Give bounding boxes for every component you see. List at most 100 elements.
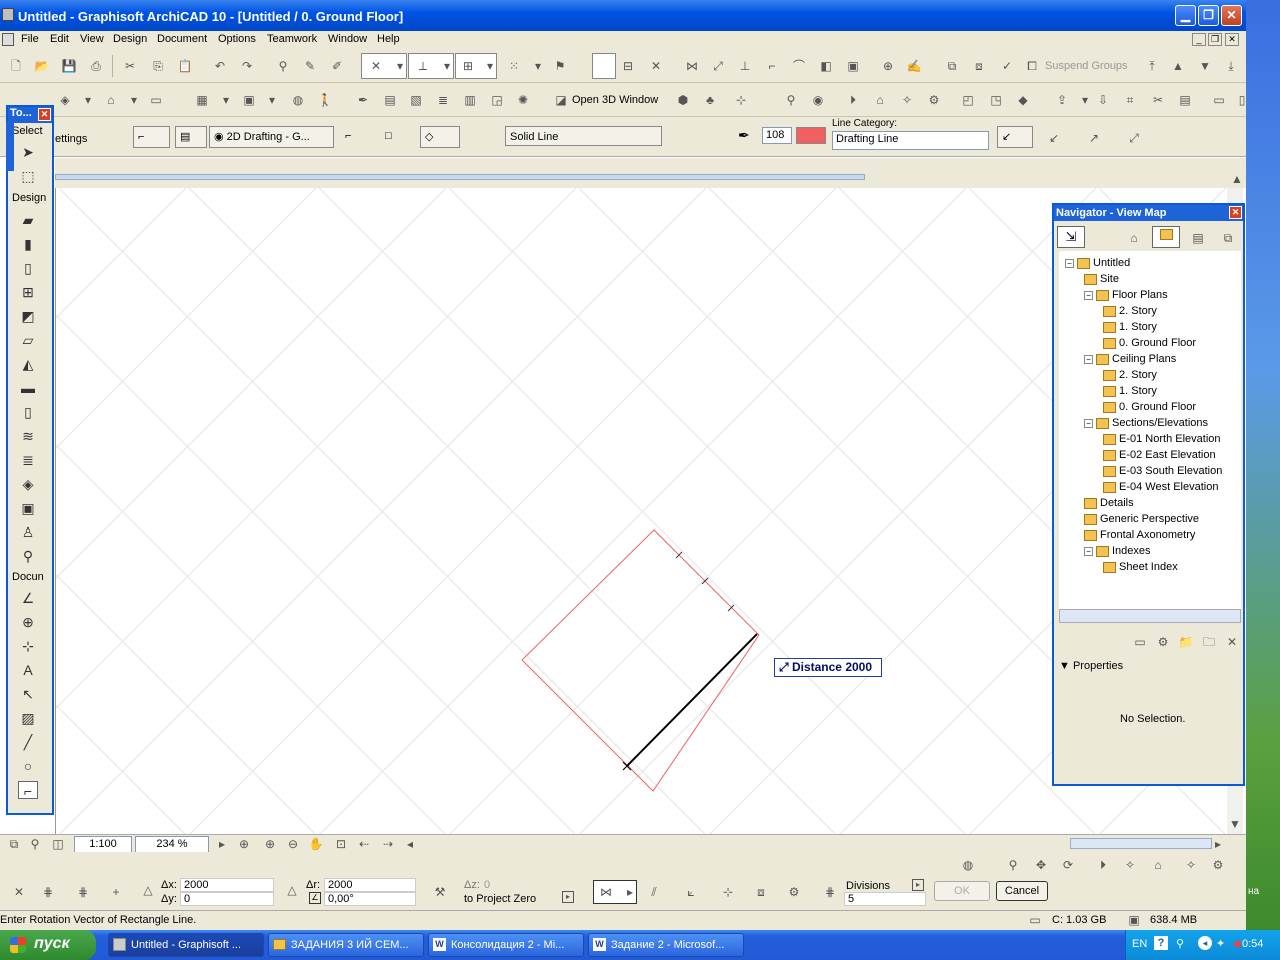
network-icon[interactable]: ⚲ <box>1176 937 1184 950</box>
arrow-none-icon[interactable]: ↙ <box>997 126 1033 148</box>
chevron-down-icon[interactable]: ▾ <box>126 92 142 108</box>
magic-wand-toggle[interactable] <box>592 53 616 79</box>
camera-icon[interactable]: ◍ <box>290 92 306 108</box>
tree-item[interactable]: Details <box>1084 497 1134 509</box>
redo-icon[interactable]: ↷ <box>239 58 255 74</box>
plus-icon[interactable]: + <box>108 884 124 900</box>
line-type-selector[interactable]: Solid Line <box>505 126 662 146</box>
tree-item[interactable]: 1. Story <box>1103 385 1157 397</box>
walk-icon[interactable]: 🚶 <box>317 92 333 108</box>
beam-tool-icon[interactable]: ▬ <box>18 379 38 397</box>
3d-window-icon[interactable]: ◪ <box>553 92 569 108</box>
zoom-window-icon[interactable]: ⚲ <box>27 836 43 852</box>
fillet-icon[interactable]: ⌒ <box>791 58 807 74</box>
grid-move-icon[interactable]: ⋕ <box>75 884 91 900</box>
start-button[interactable]: пуск <box>0 930 96 960</box>
level-dimension-icon[interactable]: ⊕ <box>18 613 38 631</box>
nav6-icon[interactable]: ✧ <box>1122 857 1138 873</box>
view-map-button[interactable] <box>1152 226 1180 248</box>
clone-folder-icon[interactable]: 🗀 <box>1201 634 1217 650</box>
orbit-icon[interactable]: ◉ <box>810 92 826 108</box>
model-icon[interactable]: ◲ <box>489 92 505 108</box>
grid-icon[interactable]: ⁙ <box>506 58 522 74</box>
cylinder-tool-icon[interactable]: ▯ <box>18 403 38 421</box>
slab-tool-icon[interactable]: ▱ <box>18 331 38 349</box>
lamp-tool-icon[interactable]: ⚲ <box>18 547 38 565</box>
chevron-down-icon[interactable]: ▾ <box>80 92 96 108</box>
paint-icon[interactable]: ✍ <box>906 58 922 74</box>
preview-icon[interactable]: ⧉ <box>6 836 22 852</box>
divisions-field[interactable]: 5 <box>844 892 926 906</box>
perpendicular-icon[interactable]: ⟀ <box>683 884 699 900</box>
tree-item[interactable]: 2. Story <box>1103 369 1157 381</box>
menu-options[interactable]: Options <box>218 33 256 45</box>
window-tool-icon[interactable]: ⊞ <box>18 283 38 301</box>
special-icon[interactable]: ⚙ <box>786 884 802 900</box>
collapse-icon[interactable]: − <box>1065 258 1074 268</box>
menu-teamwork[interactable]: Teamwork <box>267 33 317 45</box>
floor-plan-icon[interactable]: ▦ <box>194 92 210 108</box>
volume-icon[interactable]: ◀ <box>1232 937 1240 950</box>
pan-icon[interactable]: ✋ <box>308 836 324 852</box>
walk2-icon[interactable]: ⚲ <box>783 92 799 108</box>
scroll-down-icon[interactable]: ▼ <box>1227 816 1243 832</box>
back-icon[interactable]: ◂ <box>1198 936 1212 950</box>
publisher-icon[interactable]: ⧉ <box>1220 230 1236 246</box>
mesh-tool-icon[interactable]: ◈ <box>18 475 38 493</box>
tree-item[interactable]: Generic Perspective <box>1084 513 1199 525</box>
scroll-right-icon[interactable]: ▸ <box>1210 836 1226 852</box>
doc3-icon[interactable]: ◆ <box>1015 92 1031 108</box>
bring-front-icon[interactable]: ⤒ <box>1144 58 1160 74</box>
tree-item[interactable]: E-02 East Elevation <box>1103 449 1216 461</box>
zoom-field[interactable]: 234 % <box>135 836 209 853</box>
document-icon[interactable] <box>2 33 14 46</box>
new-icon[interactable]: 🗋 <box>8 58 24 74</box>
cross-icon[interactable]: ✕ <box>11 884 27 900</box>
dz-value[interactable]: 0 <box>484 879 490 891</box>
arrow-tool-icon[interactable]: ➤ <box>18 143 38 161</box>
tree-item[interactable]: Sheet Index <box>1103 561 1178 573</box>
tree-item[interactable]: − Floor Plans <box>1084 289 1168 301</box>
cut-icon[interactable]: ✂ <box>122 58 138 74</box>
axes-icon[interactable]: ⊹ <box>733 92 749 108</box>
dx-field[interactable]: 2000 <box>180 878 274 892</box>
tree-item[interactable]: E-01 North Elevation <box>1103 433 1221 445</box>
nav4-icon[interactable]: ⟳ <box>1060 857 1076 873</box>
next-zoom-icon[interactable]: ⇢ <box>380 836 396 852</box>
angle-dimension-icon[interactable]: ∠ <box>18 589 38 607</box>
menu-file[interactable]: File <box>21 33 39 45</box>
gear-icon[interactable]: ⚙ <box>926 92 942 108</box>
parallel-icon[interactable]: ⫽ <box>646 884 662 900</box>
tree-hscrollbar[interactable] <box>1059 609 1241 623</box>
hatch-icon[interactable]: ▤ <box>382 92 398 108</box>
tree-item[interactable]: 2. Story <box>1103 305 1157 317</box>
download-icon[interactable]: ⇩ <box>1095 92 1111 108</box>
tree-item[interactable]: 1. Story <box>1103 321 1157 333</box>
nav5-icon[interactable]: ⏵ <box>1095 857 1111 873</box>
fit-window-icon[interactable]: ⊡ <box>333 836 349 852</box>
label-tool-icon[interactable]: ↖ <box>18 685 38 703</box>
render-icon[interactable]: ✺ <box>515 92 531 108</box>
menu-view[interactable]: View <box>80 33 104 45</box>
print-icon[interactable]: ⎙ <box>88 58 104 74</box>
zone-tool-icon[interactable]: ▣ <box>18 499 38 517</box>
paste-icon[interactable]: 📋 <box>177 58 193 74</box>
pen-color-swatch[interactable] <box>796 127 826 144</box>
help-icon[interactable]: ? <box>1154 936 1168 950</box>
scissors-icon[interactable]: ✂ <box>1150 92 1166 108</box>
undo-icon[interactable]: ↶ <box>212 58 228 74</box>
tree-item[interactable]: E-03 South Elevation <box>1103 465 1222 477</box>
measure-icon[interactable]: ⊟ <box>620 58 636 74</box>
syringe-icon[interactable]: ✐ <box>329 58 345 74</box>
ok-button[interactable]: OK <box>934 881 990 901</box>
copy-icon[interactable]: ⎘ <box>150 58 166 74</box>
layer-icon[interactable]: ▤ <box>175 126 207 148</box>
object-tool-icon[interactable]: ◩ <box>18 307 38 325</box>
horizontal-ruler[interactable] <box>55 174 865 180</box>
suspend-groups-button[interactable]: Suspend Groups <box>1045 60 1128 72</box>
constraint-dropdown[interactable]: ⟂ ▾ <box>408 53 454 79</box>
app-icon[interactable] <box>2 8 14 21</box>
settings-view-icon[interactable]: ⚙ <box>1155 634 1171 650</box>
polyline-mode-icon[interactable]: ⌐ <box>341 126 377 148</box>
view-icon[interactable]: ▣ <box>241 92 257 108</box>
